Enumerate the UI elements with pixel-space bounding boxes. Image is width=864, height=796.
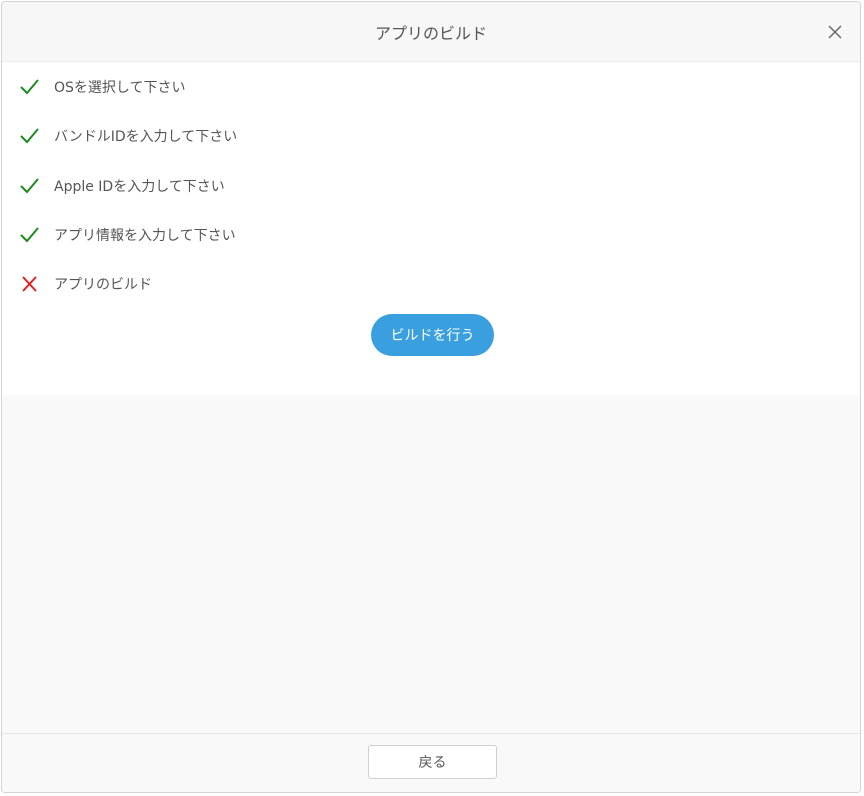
step-label: アプリのビルド <box>54 277 152 293</box>
back-button[interactable]: 戻る <box>368 745 497 779</box>
dialog-header: アプリのビルド <box>2 2 860 62</box>
dialog-footer: 戻る <box>2 733 860 792</box>
step-build-app: アプリのビルド <box>18 271 152 297</box>
build-app-dialog: アプリのビルド OSを選択して下さい バンドルIDを入力して下さい Apple … <box>1 1 861 793</box>
step-app-info: アプリ情報を入力して下さい <box>18 222 236 248</box>
check-icon <box>18 76 40 98</box>
step-apple-id: Apple IDを入力して下さい <box>18 173 225 199</box>
step-select-os: OSを選択して下さい <box>18 74 186 100</box>
close-icon[interactable] <box>824 21 846 43</box>
dialog-title: アプリのビルド <box>374 24 487 43</box>
step-label: Apple IDを入力して下さい <box>54 179 225 195</box>
check-icon <box>18 175 40 197</box>
step-label: アプリ情報を入力して下さい <box>54 228 236 244</box>
check-icon <box>18 125 40 147</box>
steps-panel: OSを選択して下さい バンドルIDを入力して下さい Apple IDを入力して下… <box>2 62 860 395</box>
cross-icon <box>18 273 40 295</box>
build-button[interactable]: ビルドを行う <box>371 314 494 356</box>
check-icon <box>18 224 40 246</box>
step-label: OSを選択して下さい <box>54 80 186 96</box>
step-bundle-id: バンドルIDを入力して下さい <box>18 123 237 149</box>
step-label: バンドルIDを入力して下さい <box>54 129 238 145</box>
